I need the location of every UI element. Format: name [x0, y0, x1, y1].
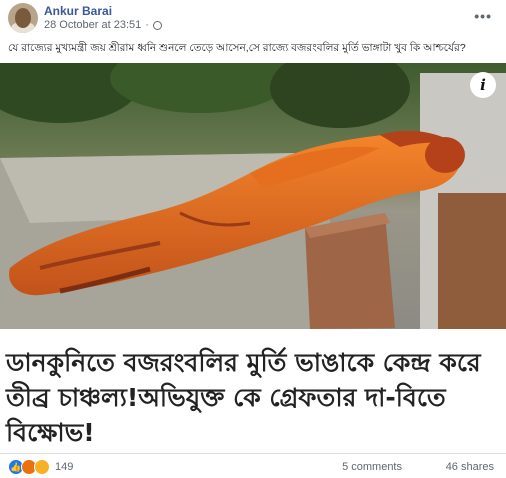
article-headline-area[interactable]: ডানকুনিতে বজরংবলির মুর্তি ভাঙাকে কেন্দ্র…	[0, 329, 506, 453]
article-headline[interactable]: ডানকুনিতে বজরংবলির মুর্তি ভাঙাকে কেন্দ্র…	[6, 345, 500, 450]
post-meta: 28 October at 23:51 ·	[44, 19, 162, 31]
post-header: Ankur Barai 28 October at 23:51 · •••	[0, 0, 506, 36]
globe-icon	[152, 20, 162, 30]
comments-count[interactable]: 5 comments	[342, 461, 402, 473]
avatar[interactable]	[8, 3, 38, 33]
author-name[interactable]: Ankur Barai	[44, 4, 112, 18]
post-caption: যে রাজ্যের মুখ্যমন্ত্রী জয় শ্রীরাম ধ্বন…	[8, 42, 466, 54]
engagement-bar: 👍 149 5 comments 46 shares	[0, 453, 506, 478]
statue-photo	[0, 63, 506, 329]
info-icon[interactable]: i	[470, 72, 496, 98]
article-image[interactable]: i	[0, 63, 506, 329]
shares-count[interactable]: 46 shares	[446, 461, 494, 473]
post-timestamp[interactable]: 28 October at 23:51	[44, 19, 141, 31]
reactions-summary[interactable]: 👍 149	[8, 459, 73, 475]
more-options-icon[interactable]: •••	[474, 8, 492, 24]
reaction-count: 149	[55, 461, 74, 473]
meta-separator: ·	[145, 19, 149, 31]
sad-icon	[34, 459, 50, 475]
